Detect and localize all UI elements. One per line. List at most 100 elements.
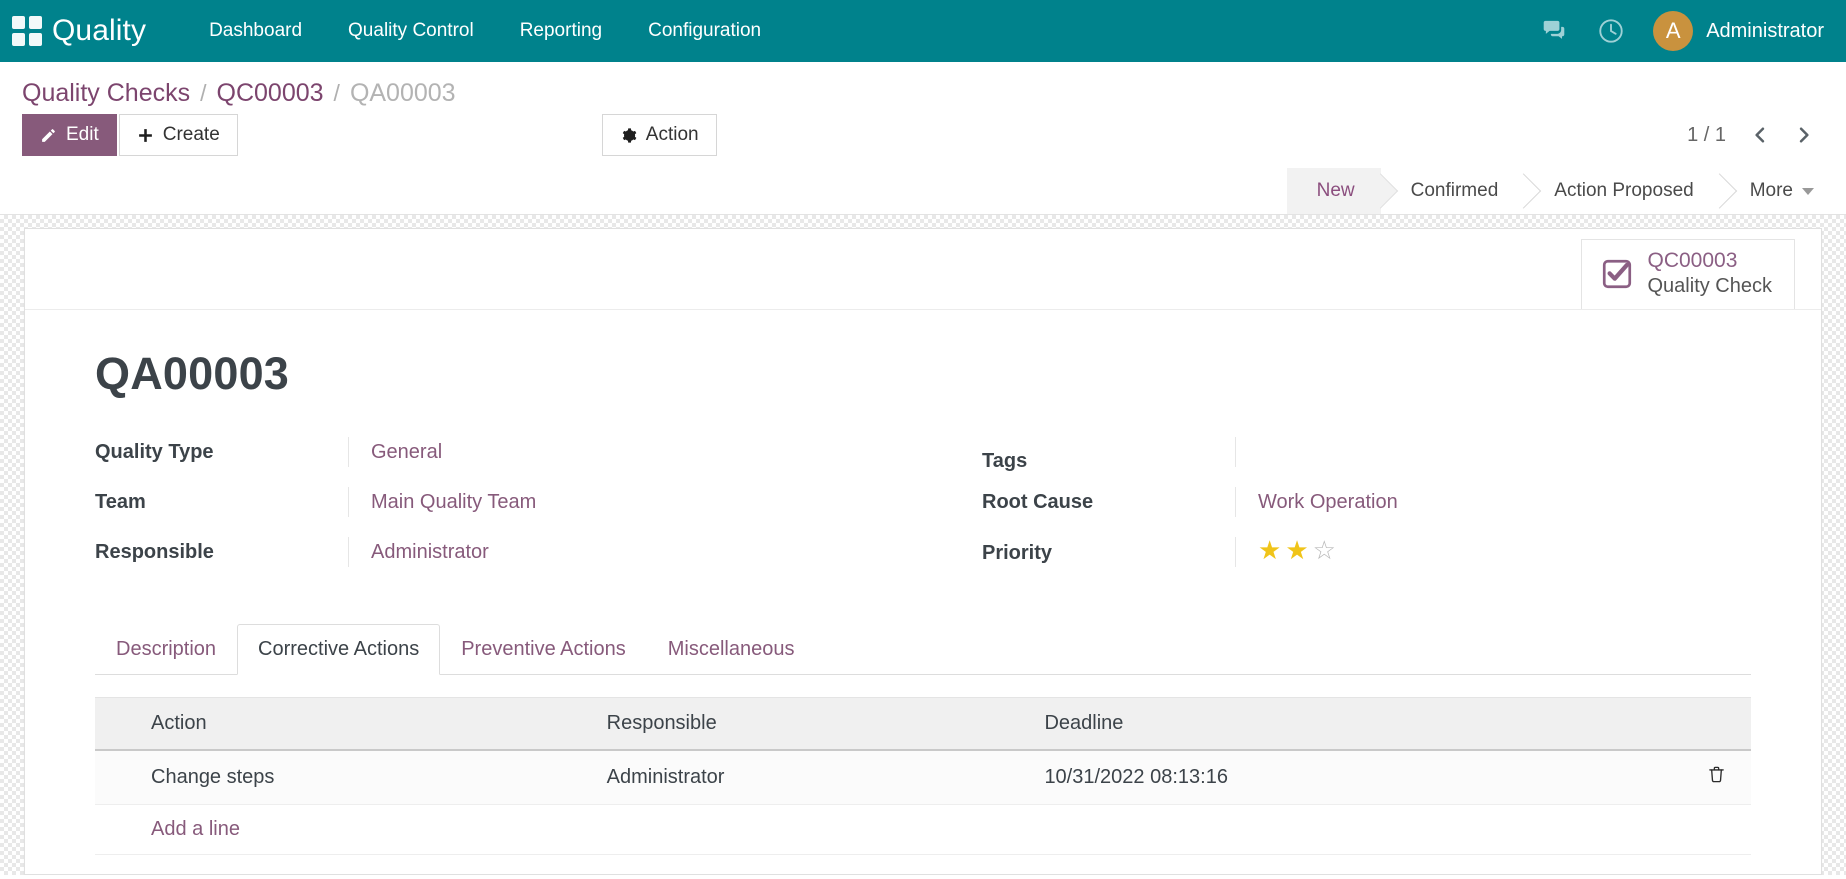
cell-deadline[interactable]: 10/31/2022 08:13:16 [1034,750,1681,805]
action-button-label: Action [646,124,699,147]
gear-icon [620,127,637,144]
cell-action[interactable]: Change steps [141,750,597,805]
field-responsible-value[interactable]: Administrator [348,537,864,567]
column-responsible[interactable]: Responsible [597,698,1035,751]
cell-responsible[interactable]: Administrator [597,750,1035,805]
corrective-actions-table: Action Responsible Deadline Change steps… [95,697,1751,855]
pager-value[interactable]: 1 / 1 [1677,120,1736,151]
statusbar: New Confirmed Action Proposed More [1287,168,1840,214]
breadcrumb-item-qc00003[interactable]: QC00003 [217,79,324,108]
menu-item-dashboard[interactable]: Dashboard [186,12,325,50]
edit-button[interactable]: Edit [22,114,117,156]
priority-stars: ★ ★ ☆ [1258,537,1751,563]
field-group-left: Quality Type General Team Main Quality T… [95,434,864,584]
control-panel-buttons: Edit Create Action 1 / 1 [0,114,1846,168]
systray [1541,17,1625,45]
pager: 1 / 1 [1677,116,1824,154]
breadcrumb-current-qa00003: QA00003 [350,79,456,108]
avatar: A [1653,11,1693,51]
field-team: Team Main Quality Team [95,484,864,534]
star-icon-2[interactable]: ★ [1285,537,1308,563]
field-group-right: Tags Root Cause Work Operation Priority … [982,434,1751,584]
top-navbar: Quality Dashboard Quality Control Report… [0,0,1846,62]
field-quality-type: Quality Type General [95,434,864,484]
status-new[interactable]: New [1287,168,1381,214]
clock-icon[interactable] [1597,17,1625,45]
user-menu[interactable]: A Administrator [1653,11,1824,51]
menu-item-reporting[interactable]: Reporting [497,12,625,50]
add-a-line-button[interactable]: Add a line [151,818,240,840]
field-tags: Tags [982,434,1751,484]
messages-icon[interactable] [1541,18,1567,44]
pencil-icon [40,127,57,144]
table-header-row: Action Responsible Deadline [95,698,1751,751]
field-priority-value: ★ ★ ☆ [1235,537,1751,567]
field-team-label: Team [95,491,348,514]
smart-button-quality-check[interactable]: QC00003 Quality Check [1581,239,1796,309]
menu-item-configuration[interactable]: Configuration [625,12,784,50]
check-square-icon [1600,257,1634,291]
caret-down-icon [1802,188,1814,195]
table-row-add[interactable]: Add a line [95,805,1751,855]
field-priority: Priority ★ ★ ☆ [982,534,1751,584]
breadcrumb-separator: / [200,80,206,107]
smart-button-value: QC00003 [1648,248,1773,274]
field-quality-type-label: Quality Type [95,441,348,464]
create-button[interactable]: Create [119,114,238,156]
menu-item-quality-control[interactable]: Quality Control [325,12,497,50]
add-row-handle [95,805,141,855]
tab-miscellaneous[interactable]: Miscellaneous [647,624,816,675]
main-menu: Dashboard Quality Control Reporting Conf… [186,12,784,50]
status-more-dropdown[interactable]: More [1720,168,1840,214]
star-icon-1[interactable]: ★ [1258,537,1281,563]
field-priority-label: Priority [982,542,1235,565]
breadcrumb: Quality Checks / QC00003 / QA00003 [0,62,1846,114]
status-new-label: New [1317,180,1355,202]
status-confirmed-label: Confirmed [1411,180,1499,202]
action-button[interactable]: Action [602,114,717,156]
field-root-cause: Root Cause Work Operation [982,484,1751,534]
tab-corrective-actions[interactable]: Corrective Actions [237,624,440,675]
page-title: QA00003 [95,348,1751,400]
field-tags-value[interactable] [1235,437,1751,467]
column-deadline[interactable]: Deadline [1034,698,1681,751]
table-row[interactable]: Change steps Administrator 10/31/2022 08… [95,750,1751,805]
field-root-cause-value[interactable]: Work Operation [1235,487,1751,517]
cell-delete [1681,750,1751,805]
form-sheet-body: QA00003 Quality Type General Team Main Q… [25,310,1821,855]
field-quality-type-value[interactable]: General [348,437,864,467]
status-confirmed[interactable]: Confirmed [1381,168,1525,214]
apps-grid-square [29,16,42,29]
chevron-left-icon[interactable] [1740,116,1780,154]
table-body: Change steps Administrator 10/31/2022 08… [95,750,1751,855]
apps-grid-icon[interactable] [10,14,44,48]
field-tags-label: Tags [982,450,1235,473]
column-handle [95,698,141,751]
star-icon-3[interactable]: ☆ [1313,537,1336,563]
tab-preventive-actions[interactable]: Preventive Actions [440,624,647,675]
field-team-value[interactable]: Main Quality Team [348,487,864,517]
smart-button-box: QC00003 Quality Check [25,229,1821,310]
create-button-label: Create [163,124,220,147]
column-actions [1681,698,1751,751]
form-sheet: QC00003 Quality Check QA00003 Quality Ty… [24,228,1822,875]
notebook: Description Corrective Actions Preventiv… [95,624,1751,855]
control-panel: Quality Checks / QC00003 / QA00003 Edit [0,62,1846,215]
apps-grid-square [12,33,25,46]
breadcrumb-item-quality-checks[interactable]: Quality Checks [22,79,190,108]
field-responsible: Responsible Administrator [95,534,864,584]
field-root-cause-label: Root Cause [982,491,1235,514]
breadcrumb-separator: / [334,80,340,107]
field-grid: Quality Type General Team Main Quality T… [95,434,1751,584]
apps-grid-square [29,33,42,46]
chevron-right-icon[interactable] [1784,116,1824,154]
app-brand-quality[interactable]: Quality [52,14,146,48]
form-view-area: QC00003 Quality Check QA00003 Quality Ty… [0,215,1846,875]
status-action-proposed[interactable]: Action Proposed [1524,168,1719,214]
field-responsible-label: Responsible [95,541,348,564]
tab-description[interactable]: Description [95,624,237,675]
trash-icon[interactable] [1707,764,1726,785]
column-action[interactable]: Action [141,698,597,751]
table-head: Action Responsible Deadline [95,698,1751,751]
user-name: Administrator [1706,20,1824,43]
